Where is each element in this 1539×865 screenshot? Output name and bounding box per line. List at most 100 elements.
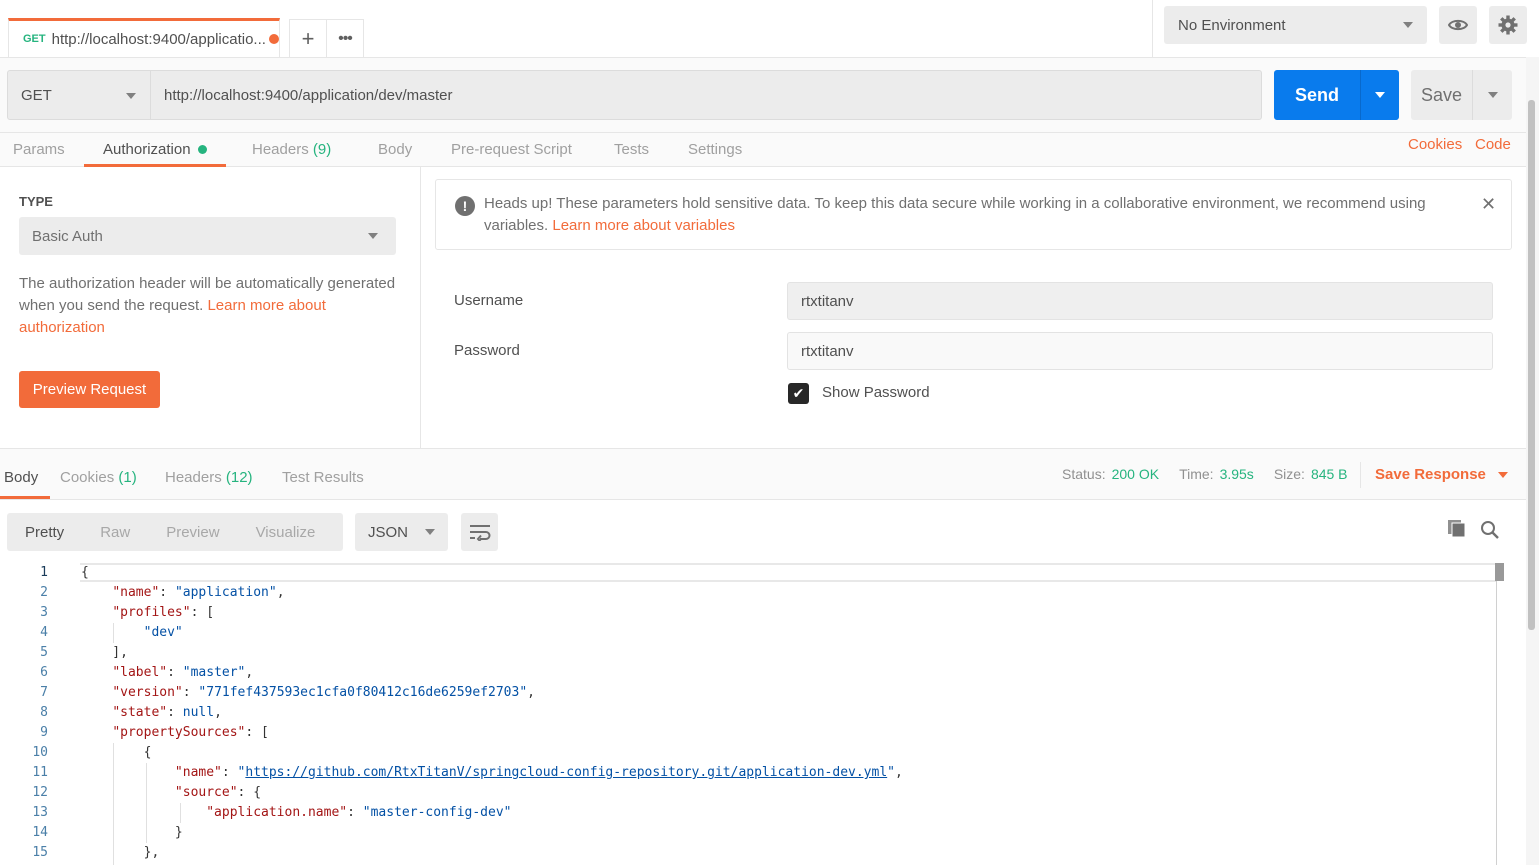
view-mode-preview[interactable]: Preview (148, 524, 237, 541)
manage-environments-button[interactable] (1489, 6, 1527, 44)
tab-settings[interactable]: Settings (688, 133, 742, 166)
size-value[interactable]: 845 B (1311, 466, 1348, 482)
editor-scrollbar-track (1496, 563, 1497, 865)
auth-type-select[interactable]: Basic Auth (19, 217, 396, 255)
tab-label: Headers (165, 469, 222, 486)
request-tab[interactable]: GET http://localhost:9400/applicatio... (8, 18, 280, 57)
gear-icon (1498, 15, 1518, 35)
response-tab-cookies[interactable]: Cookies (1) (60, 469, 137, 486)
page-scrollbar-thumb[interactable] (1528, 100, 1535, 630)
save-button[interactable]: Save (1411, 70, 1473, 120)
eye-icon (1448, 19, 1468, 31)
preview-request-button[interactable]: Preview Request (19, 371, 160, 408)
line-number: 8 (40, 705, 48, 720)
code-line: ], (81, 645, 128, 660)
environment-select[interactable]: No Environment (1164, 6, 1427, 44)
divider (1152, 0, 1153, 57)
password-label: Password (454, 342, 520, 359)
request-tabs: Params Authorization Headers (9) Body Pr… (0, 133, 1526, 167)
line-number: 11 (32, 765, 48, 780)
tab-headers[interactable]: Headers (9) (252, 133, 331, 166)
line-number: 10 (32, 745, 48, 760)
chevron-down-icon (1375, 92, 1385, 98)
line-number: 5 (40, 645, 48, 660)
line-number: 12 (32, 785, 48, 800)
chevron-down-icon (1403, 22, 1413, 28)
tab-label: Settings (688, 141, 743, 158)
username-label: Username (454, 292, 524, 309)
tab-label: Params (13, 141, 65, 158)
url-input[interactable] (150, 70, 1262, 120)
password-input[interactable] (787, 332, 1493, 370)
tab-label: Cookies (60, 469, 115, 486)
format-value: JSON (368, 523, 409, 541)
line-number: 1 (40, 565, 48, 580)
save-response-button[interactable]: Save Response (1375, 466, 1508, 483)
environment-quick-look-button[interactable] (1439, 6, 1477, 44)
show-password-checkbox[interactable]: ✔ (788, 383, 809, 404)
type-label: TYPE (19, 194, 53, 209)
format-select[interactable]: JSON (355, 513, 448, 551)
status-label: Status: (1062, 466, 1106, 482)
view-mode-pretty[interactable]: Pretty (7, 524, 82, 541)
active-line-highlight (80, 563, 1496, 582)
checkmark-icon: ✔ (792, 385, 805, 401)
chevron-down-icon (1497, 471, 1508, 478)
view-mode-raw[interactable]: Raw (82, 524, 148, 541)
code-line: "propertySources": [ (112, 725, 269, 740)
tab-pre-request-script[interactable]: Pre-request Script (451, 133, 572, 166)
save-options-button[interactable] (1473, 70, 1512, 120)
code-line: "application.name": "master-config-dev" (206, 805, 512, 820)
tab-body[interactable]: Body (378, 133, 412, 166)
code-line: "name": "application", (112, 585, 285, 600)
new-tab-button[interactable]: + (290, 20, 326, 57)
code-line: } (81, 825, 183, 840)
editor-scrollbar-thumb[interactable] (1495, 563, 1504, 581)
tab-label: Tests (614, 141, 650, 158)
method-value: GET (21, 86, 52, 104)
code-line: "label": "master", (112, 665, 254, 680)
tab-authorization[interactable]: Authorization (84, 133, 226, 167)
line-number: 3 (40, 605, 48, 620)
learn-more-variables-link[interactable]: Learn more about variables (552, 217, 735, 234)
response-tab-test-results[interactable]: Test Results (282, 469, 364, 486)
environment-value: No Environment (1178, 16, 1286, 34)
tab-params[interactable]: Params (13, 133, 65, 166)
tab-title: http://localhost:9400/applicatio... (51, 30, 266, 48)
search-icon[interactable] (1480, 520, 1500, 544)
close-icon[interactable]: ✕ (1481, 194, 1496, 215)
copy-icon[interactable] (1447, 519, 1467, 543)
more-tabs-button[interactable]: ••• (326, 20, 363, 57)
tab-tests[interactable]: Tests (614, 133, 649, 166)
status-value[interactable]: 200 OK (1112, 466, 1159, 482)
auth-type-value: Basic Auth (32, 227, 103, 245)
code-line: "version": "771fef437593ec1cfa0f80412c16… (112, 685, 535, 700)
time-value[interactable]: 3.95s (1220, 466, 1254, 482)
auth-description: The authorization header will be automat… (19, 273, 399, 339)
wrap-lines-button[interactable] (461, 513, 498, 551)
line-number: 14 (32, 825, 48, 840)
tab-label: Authorization (103, 141, 191, 158)
send-options-button[interactable] (1361, 70, 1399, 120)
view-mode-toggle: Pretty Raw Preview Visualize (7, 513, 343, 551)
response-tab-body[interactable]: Body (4, 469, 38, 486)
save-response-label: Save Response (1375, 466, 1486, 483)
cookies-link[interactable]: Cookies (1408, 136, 1462, 153)
code-line: { (81, 565, 89, 580)
tab-count: (9) (312, 141, 332, 158)
warning-text: Heads up! These parameters hold sensitiv… (484, 193, 1464, 237)
view-mode-visualize[interactable]: Visualize (238, 524, 334, 541)
code-line: "source": { (174, 785, 262, 800)
size-label: Size: (1273, 466, 1305, 482)
method-select[interactable]: GET (7, 70, 151, 120)
line-number: 4 (40, 625, 48, 640)
response-tab-headers[interactable]: Headers (12) (165, 469, 253, 486)
active-indicator-icon (197, 145, 207, 154)
chevron-down-icon (368, 233, 378, 239)
code-link[interactable]: Code (1475, 136, 1511, 153)
send-button[interactable]: Send (1274, 70, 1361, 120)
send-button-group: Send (1274, 70, 1399, 120)
username-input[interactable] (787, 282, 1493, 320)
active-tab-underline (0, 496, 50, 499)
code-line: "dev" (143, 625, 183, 640)
